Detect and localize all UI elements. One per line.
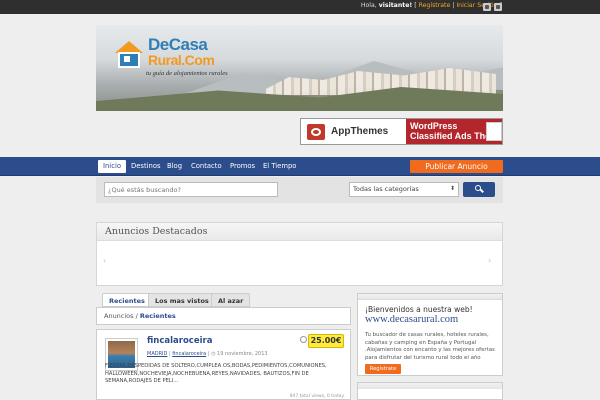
top-bar: Hola, visitante! [ Regístrate | Iniciar … — [0, 0, 600, 14]
listing-description: FIESTAS,DESPEDIDAS DE SOLTERO,CUMPLEA OS… — [105, 363, 327, 384]
tab-mas-vistos[interactable]: Los mas vistos — [148, 293, 216, 307]
document-icon — [486, 122, 502, 141]
welcome-site: www.decasarural.com — [365, 314, 459, 325]
nav-item-promos[interactable]: Promos — [225, 160, 260, 173]
logo-text-line2: Rural.Com — [148, 52, 215, 68]
listing-views: 947 total views, 0 today — [289, 394, 344, 399]
breadcrumb-current: Recientes — [139, 312, 176, 320]
nav-item-blog[interactable]: Blog — [162, 160, 187, 173]
welcome-register-button[interactable]: Regístrate — [365, 364, 401, 374]
nav-item-destinos[interactable]: Destinos — [126, 160, 166, 173]
category-select[interactable]: Todas las categorías ⬍ — [349, 182, 459, 197]
login-link[interactable]: Iniciar Sesión — [456, 2, 497, 9]
listing-meta: MADRID | fincalaroceira | ◷ 19 noviembre… — [147, 351, 268, 357]
header-banner[interactable]: DeCasa Rural.Com tu guía de alojamientos… — [96, 25, 503, 111]
featured-ads-panel: Anuncios Destacados ‹ › — [96, 222, 503, 286]
logo-tagline: tu guía de alojamientos rurales — [146, 70, 228, 77]
search-input[interactable] — [104, 182, 278, 197]
ad-line1: WordPress — [410, 121, 458, 131]
sidebar-box — [357, 382, 503, 400]
tab-al-azar[interactable]: Al azar — [211, 293, 251, 307]
welcome-text: Tu buscador de casas rurales, hoteles ru… — [365, 332, 495, 361]
house-logo-icon — [112, 41, 146, 71]
tab-recientes[interactable]: Recientes — [102, 293, 152, 307]
listing-tabs: Recientes Los mas vistos Al azar — [96, 293, 351, 307]
publish-ad-button[interactable]: Publicar Anuncio — [410, 160, 503, 173]
welcome-box: ¡Bienvenidos a nuestra web! www.decasaru… — [357, 293, 503, 376]
nav-item-inicio[interactable]: Inicio — [98, 160, 126, 173]
featured-title: Anuncios Destacados — [105, 226, 208, 237]
welcome-heading: ¡Bienvenidos a nuestra web! — [365, 305, 473, 314]
username: visitante! — [378, 2, 413, 9]
price-tag-icon — [300, 336, 307, 343]
register-link[interactable]: Regístrate — [419, 2, 451, 9]
search-button[interactable] — [463, 182, 495, 197]
next-arrow-icon[interactable]: › — [488, 256, 491, 265]
appthemes-logo-icon — [307, 124, 325, 140]
main-nav: Inicio Destinos Blog Contacto Promos El … — [0, 157, 600, 176]
search-bar: Todas las categorías ⬍ — [96, 177, 503, 203]
listing-title[interactable]: fincalaroceira — [147, 336, 212, 346]
greeting-text: Hola, visitante! [ Regístrate | Iniciar … — [360, 2, 502, 9]
listing-price: 25.00€ — [308, 334, 344, 348]
nav-item-el-tiempo[interactable]: El Tiempo — [258, 160, 301, 173]
breadcrumb: Anuncios / Recientes — [96, 307, 351, 325]
listing-category[interactable]: MADRID — [147, 351, 167, 357]
nav-item-contacto[interactable]: Contacto — [186, 160, 227, 173]
ad-brand: AppThemes — [331, 126, 389, 137]
select-arrows-icon: ⬍ — [449, 185, 455, 192]
twitter-icon[interactable] — [494, 3, 502, 11]
prev-arrow-icon[interactable]: ‹ — [103, 256, 106, 265]
breadcrumb-root[interactable]: Anuncios — [104, 312, 134, 320]
listing-date: 19 noviembre, 2013 — [217, 351, 268, 357]
rss-icon[interactable] — [483, 3, 491, 11]
appthemes-ad[interactable]: AppThemes WordPress Classified Ads Theme — [300, 118, 503, 145]
listing-author[interactable]: fincalaroceira — [172, 351, 206, 357]
